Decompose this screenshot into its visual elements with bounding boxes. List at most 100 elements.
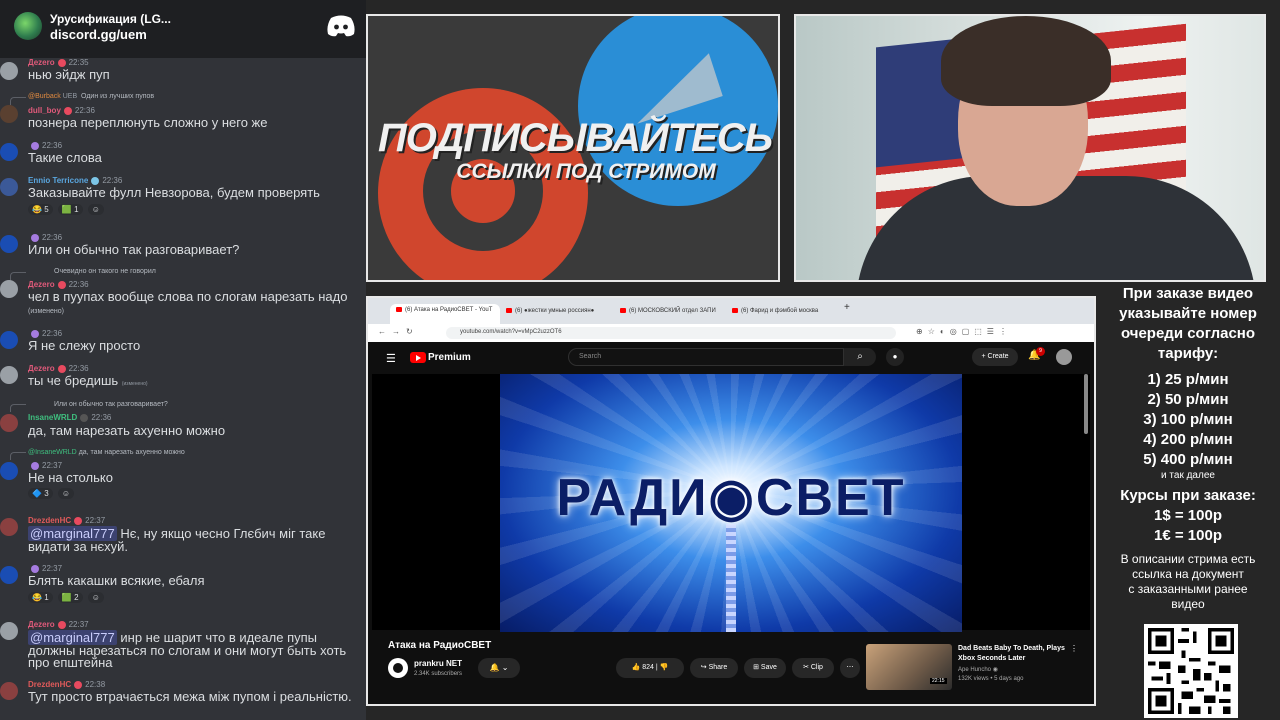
extension-icons[interactable]: ⊕☆◐◎▢⬚☰⋮ xyxy=(916,327,1012,336)
message-meta: 22:36 xyxy=(28,233,62,242)
tariff-etc: и так далее xyxy=(1161,470,1215,481)
add-reaction-button[interactable]: ☺ xyxy=(87,592,104,603)
message-text: познера переплюнуть сложно у него же xyxy=(28,115,268,130)
avatar[interactable] xyxy=(0,682,18,700)
reply-preview[interactable]: Или он обычно так разговаривает? xyxy=(54,401,168,408)
recommended-meta: 132K views • 5 days ago xyxy=(958,676,1024,682)
message-meta: Дezero 22:37 xyxy=(28,620,89,629)
reply-preview[interactable]: Очевидно он такого не говорил xyxy=(54,268,156,275)
order-info-panel: При заказе видео указывайте номер очеред… xyxy=(1096,284,1280,720)
avatar[interactable] xyxy=(0,566,18,584)
avatar[interactable] xyxy=(0,280,18,298)
message-meta: Дezero 22:36 xyxy=(28,280,89,289)
tariff-item: 4) 200 р/мин xyxy=(1143,431,1233,448)
subscribe-banner: ПОДПИСЫВАЙТЕСЬ ССЫЛКИ ПОД СТРИМОМ xyxy=(366,14,780,282)
message-text: Блять какашки всякие, ебаля xyxy=(28,573,205,588)
server-name[interactable]: Урусификация (LG... xyxy=(50,12,171,26)
message-meta: 22:37 xyxy=(28,564,62,573)
channel-name[interactable]: prankru NET xyxy=(414,659,462,668)
add-reaction-button[interactable]: ☺ xyxy=(57,488,75,499)
microphone-icon[interactable]: ● xyxy=(886,348,904,366)
invite-link[interactable]: discord.gg/uem xyxy=(50,27,147,42)
search-input[interactable]: Search xyxy=(568,348,844,366)
add-reaction-button[interactable]: ☺ xyxy=(87,204,104,215)
radio-tower xyxy=(726,524,736,632)
reaction-button[interactable]: 🟩 2 xyxy=(57,592,83,603)
create-button[interactable]: + Create xyxy=(972,348,1018,366)
channel-avatar[interactable] xyxy=(388,658,408,678)
rates-title: Курсы при заказе: xyxy=(1120,487,1256,504)
recommended-title[interactable]: Dad Beats Baby To Death, Plays Xbox Seco… xyxy=(958,644,1070,664)
youtube-favicon-icon xyxy=(396,307,402,312)
avatar[interactable] xyxy=(0,178,18,196)
tab-bar: (6) Атака на РадиоСВЕТ - YouT (6) ●жестк… xyxy=(368,298,1094,324)
tariff-item: 2) 50 р/мин xyxy=(1147,391,1229,408)
description-note: В описании стрима есть xyxy=(1120,552,1256,566)
reaction-button[interactable]: 😂 1 xyxy=(28,592,53,603)
reply-preview[interactable]: @InsaneWRLD да, там нарезать ахуенно мож… xyxy=(28,449,185,456)
reply-preview[interactable]: @Burback UEB Один из лучших пупов xyxy=(28,93,154,100)
reaction-button[interactable]: 🔷 3 xyxy=(28,488,53,499)
rate-usd: 1$ = 100р xyxy=(1154,507,1222,524)
message-text: да, там нарезать ахуенно можно xyxy=(28,423,226,438)
message-text: Такие слова xyxy=(28,150,102,165)
avatar[interactable] xyxy=(0,518,18,536)
reactions: 😂 1 🟩 2 ☺ xyxy=(28,592,107,603)
message-text: Я не слежу просто xyxy=(28,338,141,353)
discord-chat-panel: Урусификация (LG... discord.gg/uem Дezer… xyxy=(0,0,366,720)
avatar[interactable] xyxy=(0,331,18,349)
more-actions-icon[interactable]: ⋯ xyxy=(840,658,860,678)
recommended-channel[interactable]: Ape Huncho ◉ xyxy=(958,666,998,673)
clip-button[interactable]: ✂ Clip xyxy=(792,658,834,678)
subscription-bell-button[interactable]: 🔔 ⌄ xyxy=(478,658,520,678)
avatar[interactable] xyxy=(0,414,18,432)
like-button[interactable]: 👍 824 | 👎 xyxy=(616,658,684,678)
account-avatar[interactable] xyxy=(1056,349,1072,365)
video-player[interactable]: РАДИ◉СВЕТ xyxy=(372,374,1090,632)
chat-header: Урусификация (LG... discord.gg/uem xyxy=(0,0,366,58)
message-meta: DrezdenHC 22:38 xyxy=(28,680,106,689)
browser-window: (6) Атака на РадиоСВЕТ - YouT (6) ●жестк… xyxy=(366,296,1096,706)
info-line: При заказе видео xyxy=(1122,285,1254,302)
avatar[interactable] xyxy=(0,62,18,80)
search-icon[interactable]: ⌕ xyxy=(844,348,876,366)
description-note: видео xyxy=(1171,597,1205,611)
more-options-icon[interactable]: ⋮ xyxy=(1070,644,1078,653)
avatar[interactable] xyxy=(0,235,18,253)
reaction-button[interactable]: 😂 5 xyxy=(28,204,53,215)
browser-tab[interactable]: (6) ●жестки умные россиян● xyxy=(506,306,612,320)
browser-tab[interactable]: (6) Фарид и фэмбой москва xyxy=(732,306,838,320)
address-bar[interactable]: youtube.com/watch?v=vMpC2uzzOT6 xyxy=(446,327,896,339)
scrollbar[interactable] xyxy=(1084,374,1088,434)
browser-tab[interactable]: (6) МОСКОВСКИЙ отдел ЗАПИ xyxy=(620,306,726,320)
save-button[interactable]: ⊞ Save xyxy=(744,658,786,678)
avatar[interactable] xyxy=(0,462,18,480)
youtube-logo-icon[interactable] xyxy=(410,352,426,363)
message-meta: 22:37 xyxy=(28,461,62,470)
nav-buttons[interactable]: ←→↻ xyxy=(378,327,419,336)
banner-title: ПОДПИСЫВАЙТЕСЬ xyxy=(377,116,773,160)
message-meta: dull_boy 22:36 xyxy=(28,106,95,115)
message-text: Заказывайте фулл Невзорова, будем провер… xyxy=(28,185,320,200)
youtube-page: ☰ Premium Search ⌕ ● + Create 🔔 9 РАДИ◉С… xyxy=(372,342,1090,704)
notification-badge: 9 xyxy=(1036,347,1045,356)
info-line: очереди согласно xyxy=(1120,325,1256,342)
avatar[interactable] xyxy=(0,622,18,640)
share-button[interactable]: ↪ Share xyxy=(690,658,738,678)
reaction-button[interactable]: 🟩 1 xyxy=(57,204,83,215)
avatar[interactable] xyxy=(0,366,18,384)
avatar[interactable] xyxy=(0,143,18,161)
video-frame: РАДИ◉СВЕТ xyxy=(500,374,962,632)
new-tab-button[interactable]: + xyxy=(844,302,854,316)
message-text: Не на столько xyxy=(28,470,113,485)
server-icon[interactable] xyxy=(14,12,42,40)
tariff-item: 3) 100 р/мин xyxy=(1143,411,1233,428)
youtube-premium-label[interactable]: Premium xyxy=(428,352,471,363)
message-meta: DrezdenHC 22:37 xyxy=(28,516,106,525)
avatar[interactable] xyxy=(0,105,18,123)
browser-tab-active[interactable]: (6) Атака на РадиоСВЕТ - YouT xyxy=(390,304,500,324)
menu-icon[interactable]: ☰ xyxy=(386,352,396,365)
description-note: ссылка на документ xyxy=(1132,567,1244,581)
stream-layout: Урусификация (LG... discord.gg/uem Дezer… xyxy=(0,0,1280,720)
message-text: нью эйдж пуп xyxy=(28,67,110,82)
